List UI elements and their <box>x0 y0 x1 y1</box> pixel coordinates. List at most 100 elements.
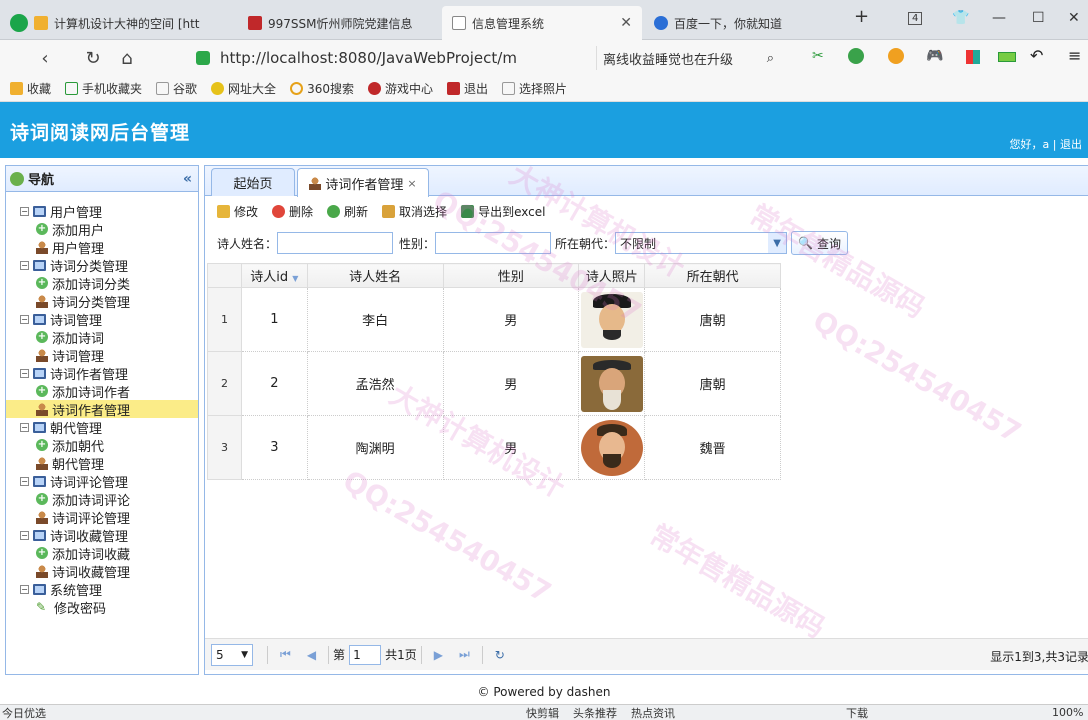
nav-group[interactable]: − 诗词评论管理 <box>6 472 198 491</box>
status-item-news[interactable]: 头条推荐 <box>573 705 617 720</box>
refresh-button[interactable]: 刷新 <box>327 203 368 220</box>
unselect-button[interactable]: 取消选择 <box>382 203 447 220</box>
browser-tab-1[interactable]: 计算机设计大神的空间 [htt <box>0 6 236 40</box>
browser-tab-2[interactable]: 997SSM忻州师院党建信息 <box>238 6 440 40</box>
collapse-toggle-icon[interactable]: − <box>20 476 29 486</box>
tab-start-page[interactable]: 起始页 <box>211 168 295 196</box>
page-size-select[interactable]: 5 ▼ <box>211 643 253 666</box>
nav-item[interactable]: + 添加朝代 <box>6 436 198 455</box>
fav-item-mobile[interactable]: 手机收藏夹 <box>65 80 142 97</box>
close-window-icon[interactable]: ✕ <box>1068 10 1080 26</box>
fav-item-collect[interactable]: 收藏 <box>10 80 51 97</box>
last-page-icon[interactable]: ⏭ <box>459 647 470 662</box>
battery-icon[interactable] <box>998 52 1016 62</box>
delete-button[interactable]: 删除 <box>272 203 313 220</box>
status-item-clip[interactable]: 快剪辑 <box>526 705 559 720</box>
column-header-name[interactable]: 诗人姓名 <box>306 263 444 288</box>
first-page-icon[interactable]: ⏮ <box>280 647 291 662</box>
status-zoom[interactable]: 100% <box>1052 706 1083 719</box>
nav-item[interactable]: 诗词管理 <box>6 346 198 365</box>
gender-input[interactable] <box>435 232 552 254</box>
table-row[interactable]: 3 3 陶渊明 男 魏晋 <box>207 415 781 480</box>
collapse-toggle-icon[interactable]: − <box>20 530 29 540</box>
browser-tab-4[interactable]: 百度一下，你就知道 <box>644 6 844 40</box>
minimize-icon[interactable]: — <box>992 10 1006 26</box>
prev-page-icon[interactable]: ◀ <box>307 648 316 662</box>
collapse-toggle-icon[interactable]: − <box>20 260 29 270</box>
nav-item[interactable]: + 添加诗词作者 <box>6 382 198 401</box>
tab-close-icon[interactable]: ✕ <box>620 15 632 31</box>
collapse-toggle-icon[interactable]: − <box>20 422 29 432</box>
nav-group[interactable]: − 诗词管理 <box>6 310 198 329</box>
maximize-icon[interactable]: ☐ <box>1032 10 1045 26</box>
edit-button[interactable]: 修改 <box>217 203 258 220</box>
collapse-toggle-icon[interactable]: − <box>20 368 29 378</box>
browser-tab-3[interactable]: 信息管理系统 ✕ <box>442 6 642 40</box>
fav-item-photo[interactable]: 选择照片 <box>502 80 567 97</box>
reload-icon[interactable]: ↻ <box>495 648 505 662</box>
nav-item[interactable]: 朝代管理 <box>6 454 198 473</box>
tab-close-icon[interactable]: × <box>407 177 416 190</box>
collapse-toggle-icon[interactable]: − <box>20 584 29 594</box>
collapse-icon[interactable]: « <box>183 171 192 187</box>
nav-item[interactable]: + 添加诗词收藏 <box>6 544 198 563</box>
fav-item-google[interactable]: 谷歌 <box>156 80 197 97</box>
status-item-hot[interactable]: 热点资讯 <box>631 705 675 720</box>
nav-group[interactable]: − 诗词收藏管理 <box>6 526 198 545</box>
back-icon[interactable]: ‹ <box>28 48 62 69</box>
column-header-dynasty[interactable]: 所在朝代 <box>644 263 781 288</box>
column-header-photo[interactable]: 诗人照片 <box>578 263 646 288</box>
shirt-icon[interactable]: 👕 <box>952 10 969 26</box>
apps-icon[interactable] <box>966 50 980 64</box>
nav-item[interactable]: + 添加诗词 <box>6 328 198 347</box>
side-search-field[interactable]: 离线收益睡觉也在升级 ⌕ <box>596 46 782 70</box>
tab-author-management[interactable]: 诗词作者管理 × <box>297 168 429 197</box>
nav-group[interactable]: − 诗词分类管理 <box>6 256 198 275</box>
collapse-toggle-icon[interactable]: − <box>20 314 29 324</box>
status-items: 快剪辑 头条推荐 热点资讯 <box>526 705 675 720</box>
nav-item[interactable]: ✎ 修改密码 <box>6 598 198 617</box>
nav-group[interactable]: − 用户管理 <box>6 202 198 221</box>
poet-name-input[interactable] <box>277 232 394 254</box>
undo-icon[interactable]: ↶ <box>1030 46 1043 65</box>
collapse-toggle-icon[interactable]: − <box>20 206 29 216</box>
status-item-download[interactable]: 下载 <box>846 705 868 720</box>
new-tab-button[interactable]: + <box>854 6 869 27</box>
nav-item[interactable]: + 添加诗词评论 <box>6 490 198 509</box>
fav-item-sites[interactable]: 网址大全 <box>211 80 276 97</box>
game-icon[interactable]: 🎮 <box>926 48 943 64</box>
reload-icon[interactable]: ↻ <box>76 48 110 69</box>
export-excel-button[interactable]: 导出到excel <box>461 203 545 220</box>
fav-item-360[interactable]: 360搜索 <box>290 80 354 97</box>
home-icon[interactable]: ⌂ <box>110 48 144 69</box>
nav-item[interactable]: + 添加诗词分类 <box>6 274 198 293</box>
page-number-input[interactable]: 1 <box>349 644 382 665</box>
column-header-gender[interactable]: 性别 <box>442 263 580 288</box>
query-button[interactable]: 🔍 查询 <box>791 231 849 255</box>
fav-item-exit[interactable]: 退出 <box>446 80 488 97</box>
nav-group[interactable]: − 诗词作者管理 <box>6 364 198 383</box>
nav-item[interactable]: 用户管理 <box>6 238 198 257</box>
pencil-icon: ✎ <box>36 600 47 614</box>
menu-icon[interactable]: ≡ <box>1068 46 1081 65</box>
fav-item-games[interactable]: 游戏中心 <box>367 80 433 97</box>
dynasty-select[interactable]: 不限制 ▼ <box>615 232 788 254</box>
nav-group[interactable]: − 系统管理 <box>6 580 198 599</box>
tab-count-badge[interactable]: 4 <box>908 12 923 25</box>
next-page-icon[interactable]: ▶ <box>434 648 443 662</box>
nav-item[interactable]: + 添加用户 <box>6 220 198 239</box>
nav-item[interactable]: 诗词作者管理 <box>6 400 198 419</box>
translate-icon[interactable] <box>848 48 864 64</box>
column-header-id[interactable]: 诗人id ▼ <box>240 263 308 288</box>
table-row[interactable]: 1 1 李白 男 唐朝 <box>207 287 781 352</box>
coin-icon[interactable] <box>888 48 904 64</box>
nav-group[interactable]: − 朝代管理 <box>6 418 198 437</box>
nav-item[interactable]: 诗词收藏管理 <box>6 562 198 581</box>
url-field[interactable]: http://localhost:8080/JavaWebProject/m <box>196 46 582 70</box>
search-icon[interactable]: ⌕ <box>767 51 774 66</box>
scissors-icon[interactable]: ✂ <box>812 48 824 64</box>
table-row[interactable]: 2 2 孟浩然 男 唐朝 <box>207 351 781 416</box>
nav-item[interactable]: 诗词分类管理 <box>6 292 198 311</box>
user-greeting[interactable]: 您好，a | 退出 <box>1010 136 1082 152</box>
nav-item[interactable]: 诗词评论管理 <box>6 508 198 527</box>
